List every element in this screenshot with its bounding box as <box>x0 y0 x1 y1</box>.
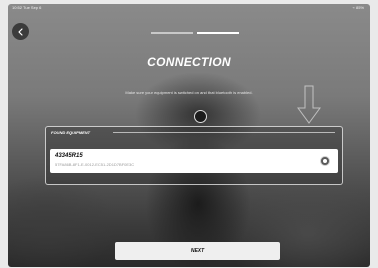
progress-step-1 <box>151 32 193 34</box>
progress-step-2 <box>197 32 239 34</box>
status-time: 10:52 Tue Sep 6 <box>12 5 42 10</box>
step-progress <box>151 32 239 34</box>
app-screen: 10:52 Tue Sep 6 ⌁ 85% CONNECTION Make su… <box>8 4 370 267</box>
panel-divider <box>113 132 335 133</box>
arrow-down-icon <box>297 85 321 124</box>
helmet-logo-icon <box>194 110 207 123</box>
device-name: 43345R15 <box>55 153 83 159</box>
found-equipment-panel: FOUND EQUIPMENT 43345R15 57FA86B-8F1-E-0… <box>45 126 343 185</box>
device-id: 57FA86B-8F1-E-0012-EC51-2D1D7BF0E3C <box>55 162 135 167</box>
page-title: CONNECTION <box>147 55 231 69</box>
found-equipment-label: FOUND EQUIPMENT <box>51 130 91 135</box>
radio-selected-dot <box>323 159 327 163</box>
device-select-radio[interactable] <box>320 156 330 166</box>
status-bar: 10:52 Tue Sep 6 ⌁ 85% <box>8 4 370 12</box>
next-button[interactable]: NEXT <box>115 242 280 260</box>
device-list-item[interactable]: 43345R15 57FA86B-8F1-E-0012-EC51-2D1D7BF… <box>50 149 338 173</box>
chevron-left-icon <box>17 27 23 36</box>
status-battery: ⌁ 85% <box>352 5 364 10</box>
back-button[interactable] <box>12 23 29 40</box>
